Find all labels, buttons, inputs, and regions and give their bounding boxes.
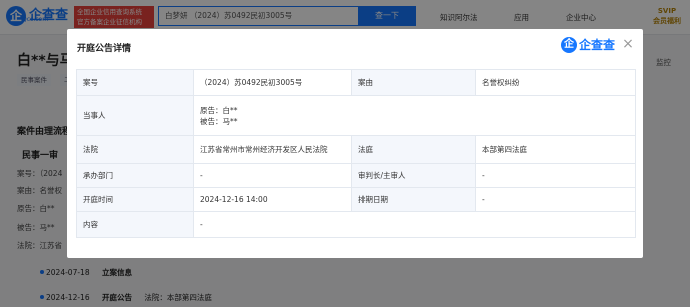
- department-label: 承办部门: [76, 163, 194, 188]
- hearing-notice-dialog: 开庭公告详情 企 企查查 × 案号 （2024）苏0492民初3005号 案由 …: [67, 29, 643, 258]
- cause-label: 案由: [351, 69, 476, 96]
- case-number-link[interactable]: （2024）苏0492民初3005号: [193, 69, 352, 96]
- logo-mark: 企: [561, 36, 577, 53]
- department-value: -: [193, 163, 352, 188]
- schedule-date-value: -: [475, 187, 636, 212]
- case-number-label: 案号: [76, 69, 194, 96]
- table-row: 开庭时间 2024-12-16 14:00 排期日期 -: [76, 187, 636, 212]
- table-row: 案号 （2024）苏0492民初3005号 案由 名誉权纠纷: [76, 69, 636, 96]
- dialog-logo: 企 企查查: [561, 36, 615, 53]
- detail-table: 案号 （2024）苏0492民初3005号 案由 名誉权纠纷 当事人 原告：白*…: [76, 69, 636, 238]
- courtroom-label: 法庭: [351, 135, 476, 164]
- hearing-time-label: 开庭时间: [76, 187, 194, 212]
- defendant: 被告：马**: [200, 116, 238, 126]
- logo-text: 企查查: [579, 38, 616, 52]
- cause-value: 名誉权纠纷: [475, 69, 636, 96]
- court-value: 江苏省常州市常州经济开发区人民法院: [193, 135, 352, 164]
- table-row: 承办部门 - 审判长/主审人 -: [76, 163, 636, 188]
- parties-label: 当事人: [76, 95, 194, 136]
- court-label: 法院: [76, 135, 194, 164]
- parties-value: 原告：白** 被告：马**: [193, 95, 636, 136]
- content-label: 内容: [76, 211, 194, 238]
- dialog-title: 开庭公告详情: [77, 44, 132, 54]
- judge-value: -: [475, 163, 636, 188]
- content-value: -: [193, 211, 636, 238]
- courtroom-value: 本部第四法庭: [475, 135, 636, 164]
- table-row: 当事人 原告：白** 被告：马**: [76, 95, 636, 136]
- hearing-time-value: 2024-12-16 14:00: [193, 187, 352, 212]
- close-icon[interactable]: ×: [621, 37, 635, 51]
- schedule-date-label: 排期日期: [351, 187, 476, 212]
- plaintiff: 原告：白**: [200, 105, 238, 115]
- judge-label: 审判长/主审人: [351, 163, 476, 188]
- table-row: 法院 江苏省常州市常州经济开发区人民法院 法庭 本部第四法庭: [76, 135, 636, 164]
- table-row: 内容 -: [76, 211, 636, 238]
